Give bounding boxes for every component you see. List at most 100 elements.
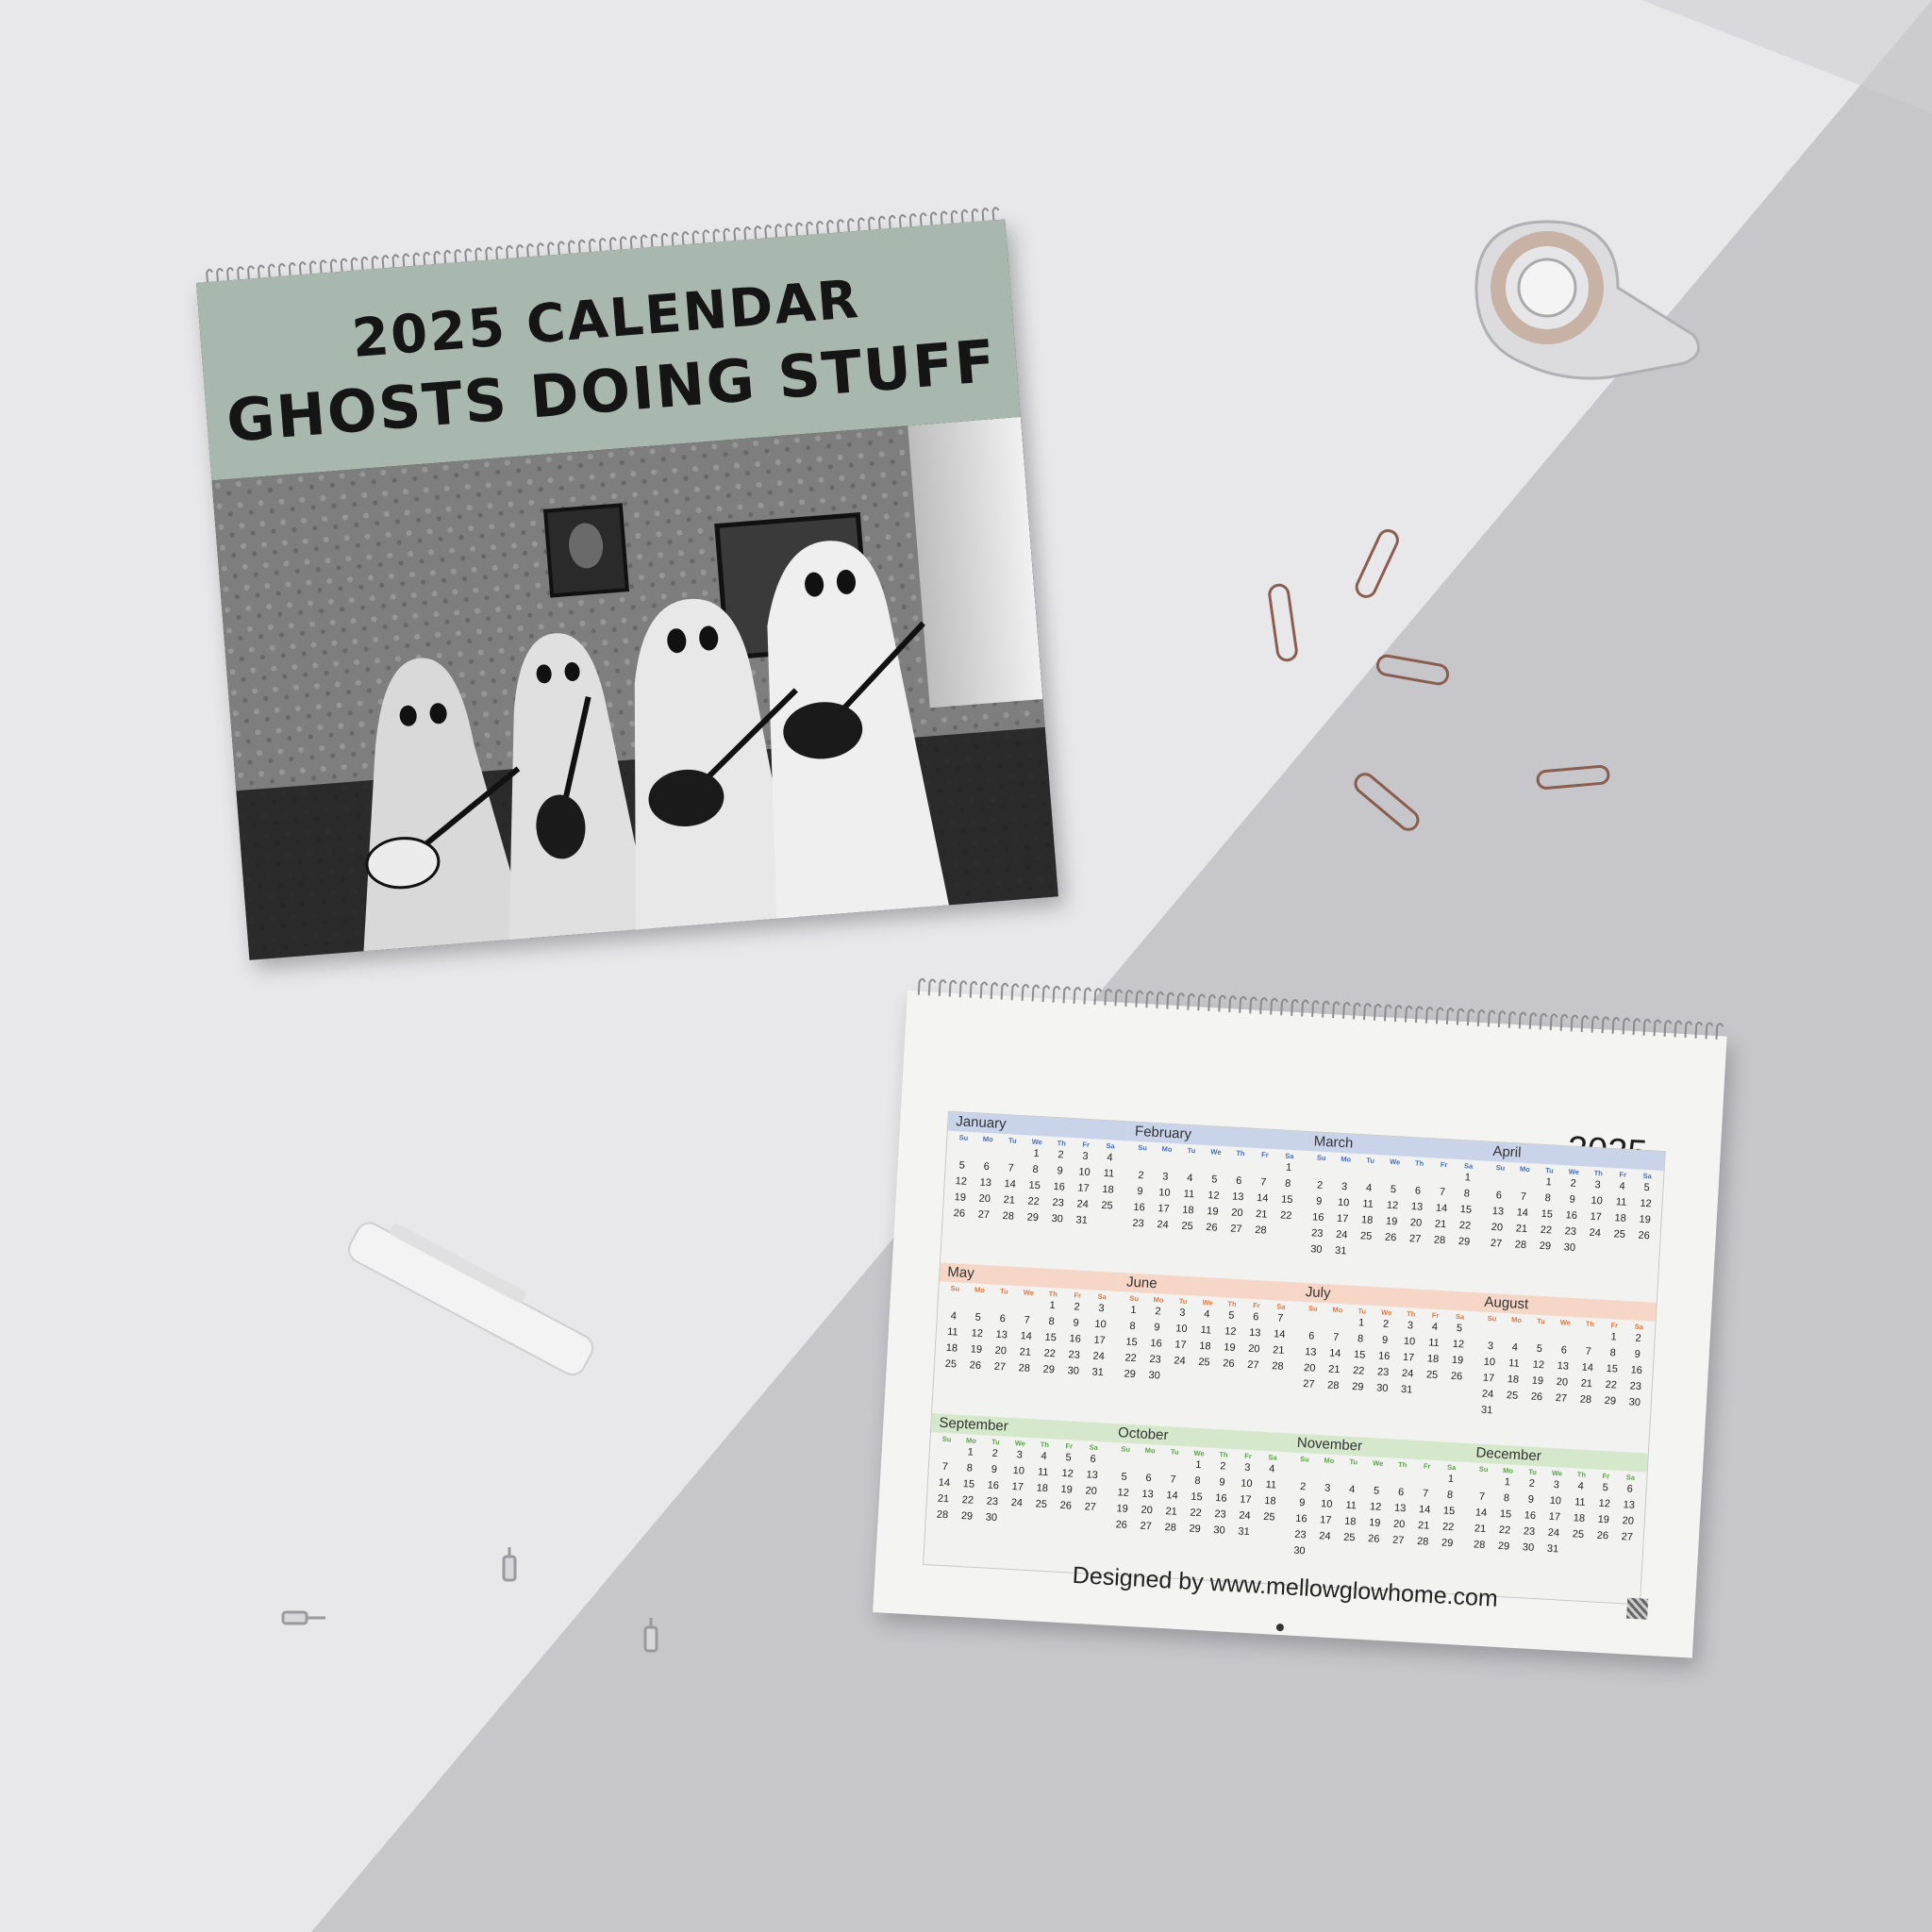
day-number: 30 — [1293, 1544, 1306, 1557]
day-blank — [1389, 1470, 1414, 1487]
day-number: 31 — [1400, 1383, 1413, 1396]
day-number: 2 — [1299, 1481, 1307, 1493]
day-number: 6 — [1495, 1190, 1503, 1202]
day-number: 2 — [991, 1447, 999, 1460]
day-number: 20 — [1556, 1376, 1569, 1389]
day-number: 3 — [1341, 1181, 1348, 1193]
day-number: 5 — [1065, 1452, 1073, 1464]
day-number: 25 — [1262, 1510, 1275, 1524]
day-number: 17 — [1011, 1481, 1024, 1493]
day-number: 13 — [1557, 1360, 1570, 1373]
day-number: 22 — [1190, 1507, 1203, 1520]
weekday-label: Su — [941, 1434, 952, 1444]
day-number: 30 — [1309, 1243, 1323, 1256]
day-number: 20 — [978, 1192, 991, 1206]
month-june: June Su Mo Tu We Th Fr Sa 1 2 3 4 5 6 7 8 9 10 11 12 13 14 15 1… — [1111, 1273, 1299, 1433]
weekday-label: Fr — [1252, 1300, 1260, 1310]
day-number: 11 — [1574, 1496, 1586, 1508]
day-number: 28 — [1473, 1539, 1486, 1552]
day-number: 20 — [1491, 1221, 1504, 1234]
day-number: 3 — [1016, 1449, 1024, 1461]
weekday-label: Sa — [1642, 1171, 1653, 1181]
day-number: 30 — [1148, 1369, 1161, 1382]
day-number: 12 — [1369, 1501, 1382, 1513]
day-number: 9 — [1569, 1193, 1576, 1206]
day-number: 28 — [1433, 1234, 1446, 1247]
day-number: 9 — [1527, 1493, 1535, 1506]
day-blank — [1252, 1160, 1277, 1177]
day-number: 26 — [1222, 1357, 1235, 1370]
day-number: 23 — [1149, 1353, 1162, 1366]
day-number: 4 — [1348, 1483, 1356, 1496]
day-number: 23 — [1523, 1525, 1536, 1539]
day-number: 4 — [1186, 1172, 1193, 1185]
day-number: 25 — [1572, 1528, 1585, 1541]
day-number: 27 — [1555, 1392, 1568, 1405]
day-number: 10 — [1403, 1335, 1416, 1348]
day-number: 6 — [1090, 1453, 1096, 1465]
day-number: 12 — [1598, 1497, 1611, 1510]
day-number: 11 — [1037, 1466, 1049, 1479]
weekday-label: Tu — [991, 1437, 1000, 1447]
day-number: 9 — [1219, 1476, 1225, 1489]
day-number: 21 — [1417, 1520, 1430, 1532]
day-number: 28 — [1254, 1224, 1267, 1237]
weekday-label: Fr — [1602, 1471, 1610, 1481]
day-number: 31 — [1091, 1366, 1105, 1379]
day-number: 31 — [1238, 1525, 1250, 1539]
day-number: 25 — [1101, 1199, 1114, 1212]
day-number: 17 — [1174, 1339, 1187, 1352]
weekday-label: Th — [1236, 1148, 1245, 1158]
day-number: 25 — [1035, 1498, 1048, 1511]
day-number: 17 — [1548, 1510, 1561, 1524]
weekday-label: Mo — [1144, 1445, 1156, 1456]
day-number: 5 — [1227, 1309, 1235, 1322]
day-number: 23 — [1310, 1227, 1324, 1240]
day-number: 11 — [1103, 1167, 1115, 1180]
day-number: 8 — [1446, 1489, 1454, 1502]
day-number: 21 — [1515, 1223, 1528, 1236]
day-blank — [1203, 1158, 1228, 1174]
day-number: 24 — [1174, 1355, 1186, 1368]
day-number: 9 — [1154, 1322, 1160, 1334]
day-number: 15 — [962, 1478, 975, 1491]
day-number: 17 — [1590, 1210, 1603, 1224]
day-number: 27 — [1246, 1358, 1259, 1372]
day-number: 17 — [1482, 1372, 1495, 1385]
day-number: 28 — [1579, 1393, 1592, 1407]
day-number: 6 — [983, 1160, 991, 1174]
day-number: 25 — [1342, 1531, 1356, 1544]
month-july: July Su Mo Tu We Th Fr Sa 1 2 3 4 5 6 7 8 9 10 11 12 13 14 15 1… — [1290, 1282, 1478, 1443]
day-number: 1 — [1447, 1473, 1455, 1486]
day-number: 30 — [1375, 1382, 1389, 1395]
weekday-label: We — [1210, 1147, 1222, 1157]
day-number: 15 — [1459, 1204, 1473, 1216]
day-blank — [1357, 1166, 1382, 1183]
day-number: 10 — [1337, 1196, 1350, 1209]
weekday-label: Su — [1299, 1455, 1309, 1464]
day-number: 3 — [1324, 1482, 1331, 1494]
day-number: 23 — [1293, 1528, 1307, 1541]
day-number: 18 — [1573, 1512, 1586, 1524]
day-number: 5 — [1602, 1481, 1609, 1494]
day-number: 23 — [1564, 1225, 1577, 1238]
day-number: 13 — [1231, 1191, 1244, 1204]
day-number: 12 — [1224, 1325, 1237, 1339]
day-number: 3 — [1243, 1461, 1251, 1474]
day-number: 26 — [1384, 1231, 1397, 1244]
weekday-label: Sa — [1625, 1473, 1636, 1482]
day-blank — [1307, 1163, 1333, 1180]
day-number: 2 — [1155, 1306, 1161, 1318]
day-blank — [1365, 1469, 1391, 1486]
day-number: 27 — [1621, 1531, 1634, 1543]
day-number: 8 — [1032, 1163, 1040, 1176]
day-number: 26 — [1530, 1391, 1543, 1404]
day-number: 19 — [954, 1191, 967, 1204]
day-number: 23 — [1068, 1349, 1081, 1361]
day-number: 7 — [1170, 1474, 1176, 1486]
day-blank — [1112, 1455, 1138, 1472]
day-number: 14 — [1273, 1328, 1286, 1341]
day-number: 13 — [1410, 1201, 1424, 1213]
day-number: 16 — [1150, 1337, 1162, 1350]
day-number: 26 — [1367, 1533, 1380, 1545]
